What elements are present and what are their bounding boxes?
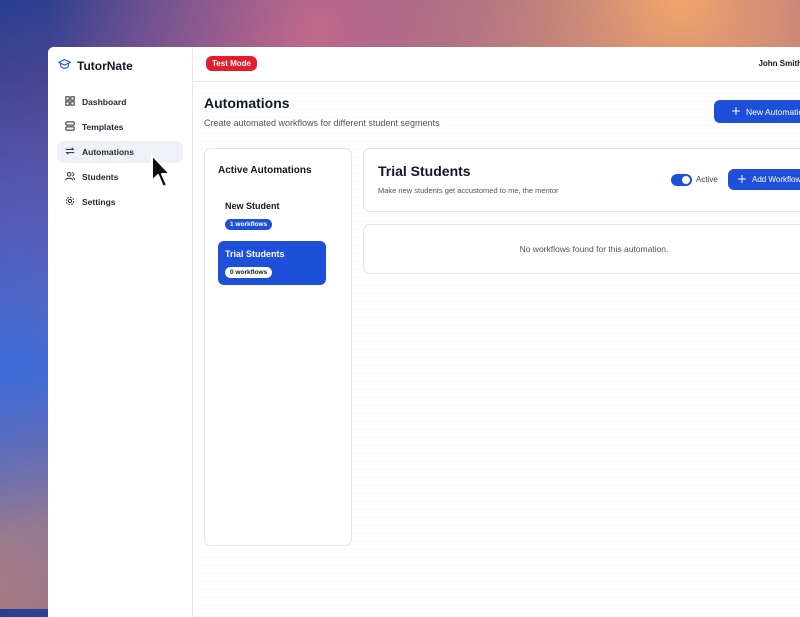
gear-icon xyxy=(65,196,75,208)
automation-title: Trial Students xyxy=(378,163,471,179)
page-subtitle: Create automated workflows for different… xyxy=(204,118,440,128)
automation-description: Make new students get accustomed to me, … xyxy=(378,186,559,195)
sidebar-item-label: Dashboard xyxy=(82,97,127,107)
brand[interactable]: TutorNate xyxy=(58,57,133,75)
add-workflow-button[interactable]: Add Workflow xyxy=(728,169,800,190)
sidebar-item-templates[interactable]: Templates xyxy=(57,116,183,138)
sidebar-item-label: Automations xyxy=(82,147,134,157)
sidebar-item-label: Settings xyxy=(82,197,116,207)
workflow-count-badge: 0 workflows xyxy=(225,267,273,278)
template-icon xyxy=(65,121,75,133)
automation-name: New Student xyxy=(225,201,280,211)
sidebar-item-label: Students xyxy=(82,172,119,182)
top-bar: Test Mode John Smith xyxy=(193,47,800,82)
user-name[interactable]: John Smith xyxy=(758,59,800,68)
active-automations-panel: Active Automations New Student 1 workflo… xyxy=(204,148,352,546)
sidebar-item-dashboard[interactable]: Dashboard xyxy=(57,91,183,113)
workflow-count-badge: 1 workflows xyxy=(225,219,273,230)
active-toggle[interactable] xyxy=(671,174,692,186)
new-automation-label: New Automation xyxy=(746,106,800,117)
swap-icon xyxy=(65,146,75,158)
workflows-empty-state: No workflows found for this automation. xyxy=(363,224,800,274)
sidebar-item-label: Templates xyxy=(82,122,124,132)
empty-message: No workflows found for this automation. xyxy=(519,244,669,254)
app-window: TutorNate Dashboard Templates Automation… xyxy=(48,47,800,617)
active-toggle-label: Active xyxy=(696,175,718,184)
sidebar: TutorNate Dashboard Templates Automation… xyxy=(48,47,193,617)
active-automations-title: Active Automations xyxy=(218,165,312,176)
automation-name: Trial Students xyxy=(225,249,285,259)
add-workflow-label: Add Workflow xyxy=(752,175,800,184)
new-automation-button[interactable]: New Automation xyxy=(714,100,800,123)
automation-detail-header: Trial Students Make new students get acc… xyxy=(363,148,800,212)
plus-icon xyxy=(738,174,746,185)
plus-icon xyxy=(732,106,740,117)
graduation-cap-icon xyxy=(58,57,71,75)
users-icon xyxy=(65,171,75,183)
mouse-cursor-icon xyxy=(150,153,174,196)
grid-icon xyxy=(65,96,75,108)
automation-item-trial-students[interactable]: Trial Students 0 workflows xyxy=(218,241,326,285)
app-name: TutorNate xyxy=(77,59,133,73)
test-mode-badge: Test Mode xyxy=(206,56,257,71)
automation-item-new-student[interactable]: New Student 1 workflows xyxy=(218,193,326,237)
page-title: Automations xyxy=(204,95,290,111)
